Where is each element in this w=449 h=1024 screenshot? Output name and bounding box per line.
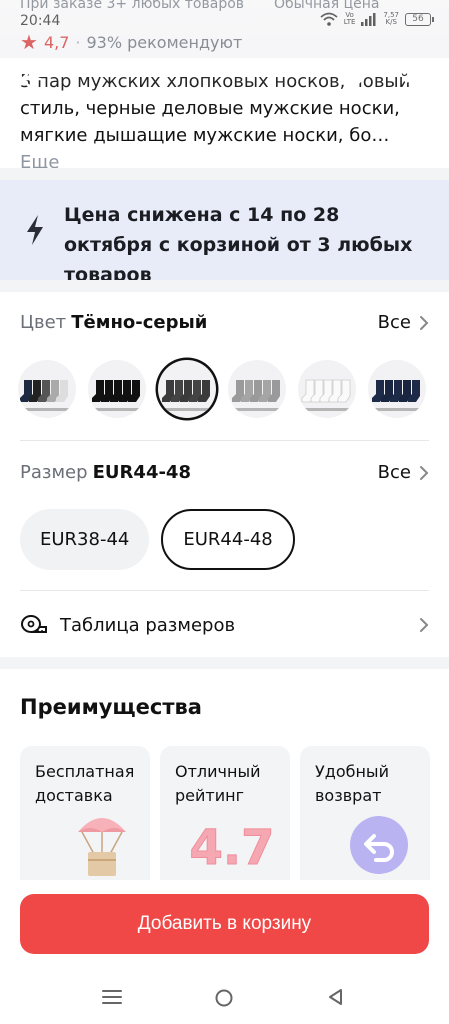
wifi-icon: [320, 12, 338, 26]
swatch-dark-grey[interactable]: [158, 360, 216, 418]
rating-row[interactable]: ★ 4,7 · 93% рекомендуют: [20, 30, 242, 54]
swatch-black[interactable]: [88, 360, 146, 418]
advantage-label: Отличный рейтинг: [175, 762, 261, 805]
section-gap: [0, 280, 449, 292]
swatch-navy[interactable]: [368, 360, 426, 418]
lightning-icon: [27, 215, 43, 245]
advantage-label: Бесплатная доставка: [35, 762, 135, 805]
back-arrow-icon[interactable]: [18, 66, 44, 92]
advantages-cards: Бесплатная доставка Отличный рейтинг 4.7…: [20, 746, 430, 881]
recommend-percent: 93% рекомендуют: [86, 32, 243, 52]
network-type: Vo LTE: [343, 11, 356, 26]
add-to-cart-button[interactable]: Добавить в корзину: [20, 894, 429, 954]
size-table-link[interactable]: Таблица размеров: [20, 605, 429, 645]
divider: [20, 590, 429, 591]
chevron-right-icon: [420, 465, 429, 480]
size-option-selected[interactable]: EUR44-48: [161, 509, 295, 570]
size-all-label: Все: [377, 462, 411, 483]
advantages-section: Преимущества Бесплатная доставка Отличны…: [0, 669, 449, 881]
tape-measure-icon: [21, 615, 47, 633]
color-header: Цвет Тёмно-серый Все: [20, 312, 429, 333]
advantages-title: Преимущества: [20, 695, 202, 719]
regular-price-label: Обычная цена: [274, 0, 380, 12]
system-nav-bar: [0, 968, 449, 1024]
section-gap: [0, 168, 449, 180]
color-swatches: [18, 360, 426, 418]
size-options: EUR38-44 EUR44-48: [20, 509, 295, 570]
menu-icon[interactable]: [101, 988, 123, 1006]
size-option[interactable]: EUR38-44: [20, 509, 150, 570]
home-circle-icon[interactable]: [214, 988, 234, 1008]
return-arrow-icon: [350, 816, 408, 874]
swatch-light-grey[interactable]: [228, 360, 286, 418]
net-speed: 7,57 K/S: [383, 11, 399, 26]
advantage-card-return[interactable]: Удобный возврат: [300, 746, 430, 881]
chevron-right-icon: [420, 315, 429, 330]
size-all-link[interactable]: Все: [378, 462, 429, 483]
size-label: Размер: [20, 462, 88, 483]
heart-icon[interactable]: [341, 66, 367, 92]
divider: [20, 440, 429, 441]
product-title: 5 пар мужских хлопковых носков, новый ст…: [20, 68, 432, 176]
signal-icon: [361, 12, 376, 26]
color-value: Тёмно-серый: [71, 312, 208, 333]
color-label-group: Цвет Тёмно-серый: [20, 312, 207, 333]
swatch-white[interactable]: [298, 360, 356, 418]
price-drop-banner: Цена снижена с 14 по 28 октября с корзин…: [0, 180, 449, 286]
color-label: Цвет: [20, 312, 67, 333]
advantage-label: Удобный возврат: [315, 762, 389, 805]
battery-icon: 56: [405, 12, 434, 26]
back-triangle-icon[interactable]: [325, 987, 345, 1007]
swatch-mixed[interactable]: [18, 360, 76, 418]
advantage-card-rating[interactable]: Отличный рейтинг 4.7: [160, 746, 290, 881]
star-icon: ★: [20, 30, 38, 54]
promo-text: При заказе 3+ любых товаров: [20, 0, 245, 12]
share-icon[interactable]: [401, 66, 427, 92]
rating-badge: 4.7: [190, 820, 274, 876]
rating-separator: ·: [75, 32, 81, 52]
parachute-box-icon: [78, 818, 126, 876]
color-all-label: Все: [377, 312, 411, 333]
rating-value: 4,7: [43, 32, 70, 52]
status-icons: Vo LTE 7,57 K/S 56: [320, 11, 434, 26]
product-header: При заказе 3+ любых товаров Обычная цена…: [0, 0, 449, 173]
status-time: 20:44: [20, 13, 61, 29]
section-gap: [0, 657, 449, 669]
price-drop-text: Цена снижена с 14 по 28 октября с корзин…: [64, 204, 413, 286]
color-all-link[interactable]: Все: [378, 312, 429, 333]
size-value: EUR44-48: [92, 462, 191, 483]
rating-icon: 4.7: [190, 820, 274, 877]
size-label-group: Размер EUR44-48: [20, 462, 191, 483]
chevron-right-icon: [420, 618, 429, 632]
size-header: Размер EUR44-48 Все: [20, 462, 429, 483]
advantage-card-delivery[interactable]: Бесплатная доставка: [20, 746, 150, 881]
size-table-label: Таблица размеров: [60, 614, 236, 636]
